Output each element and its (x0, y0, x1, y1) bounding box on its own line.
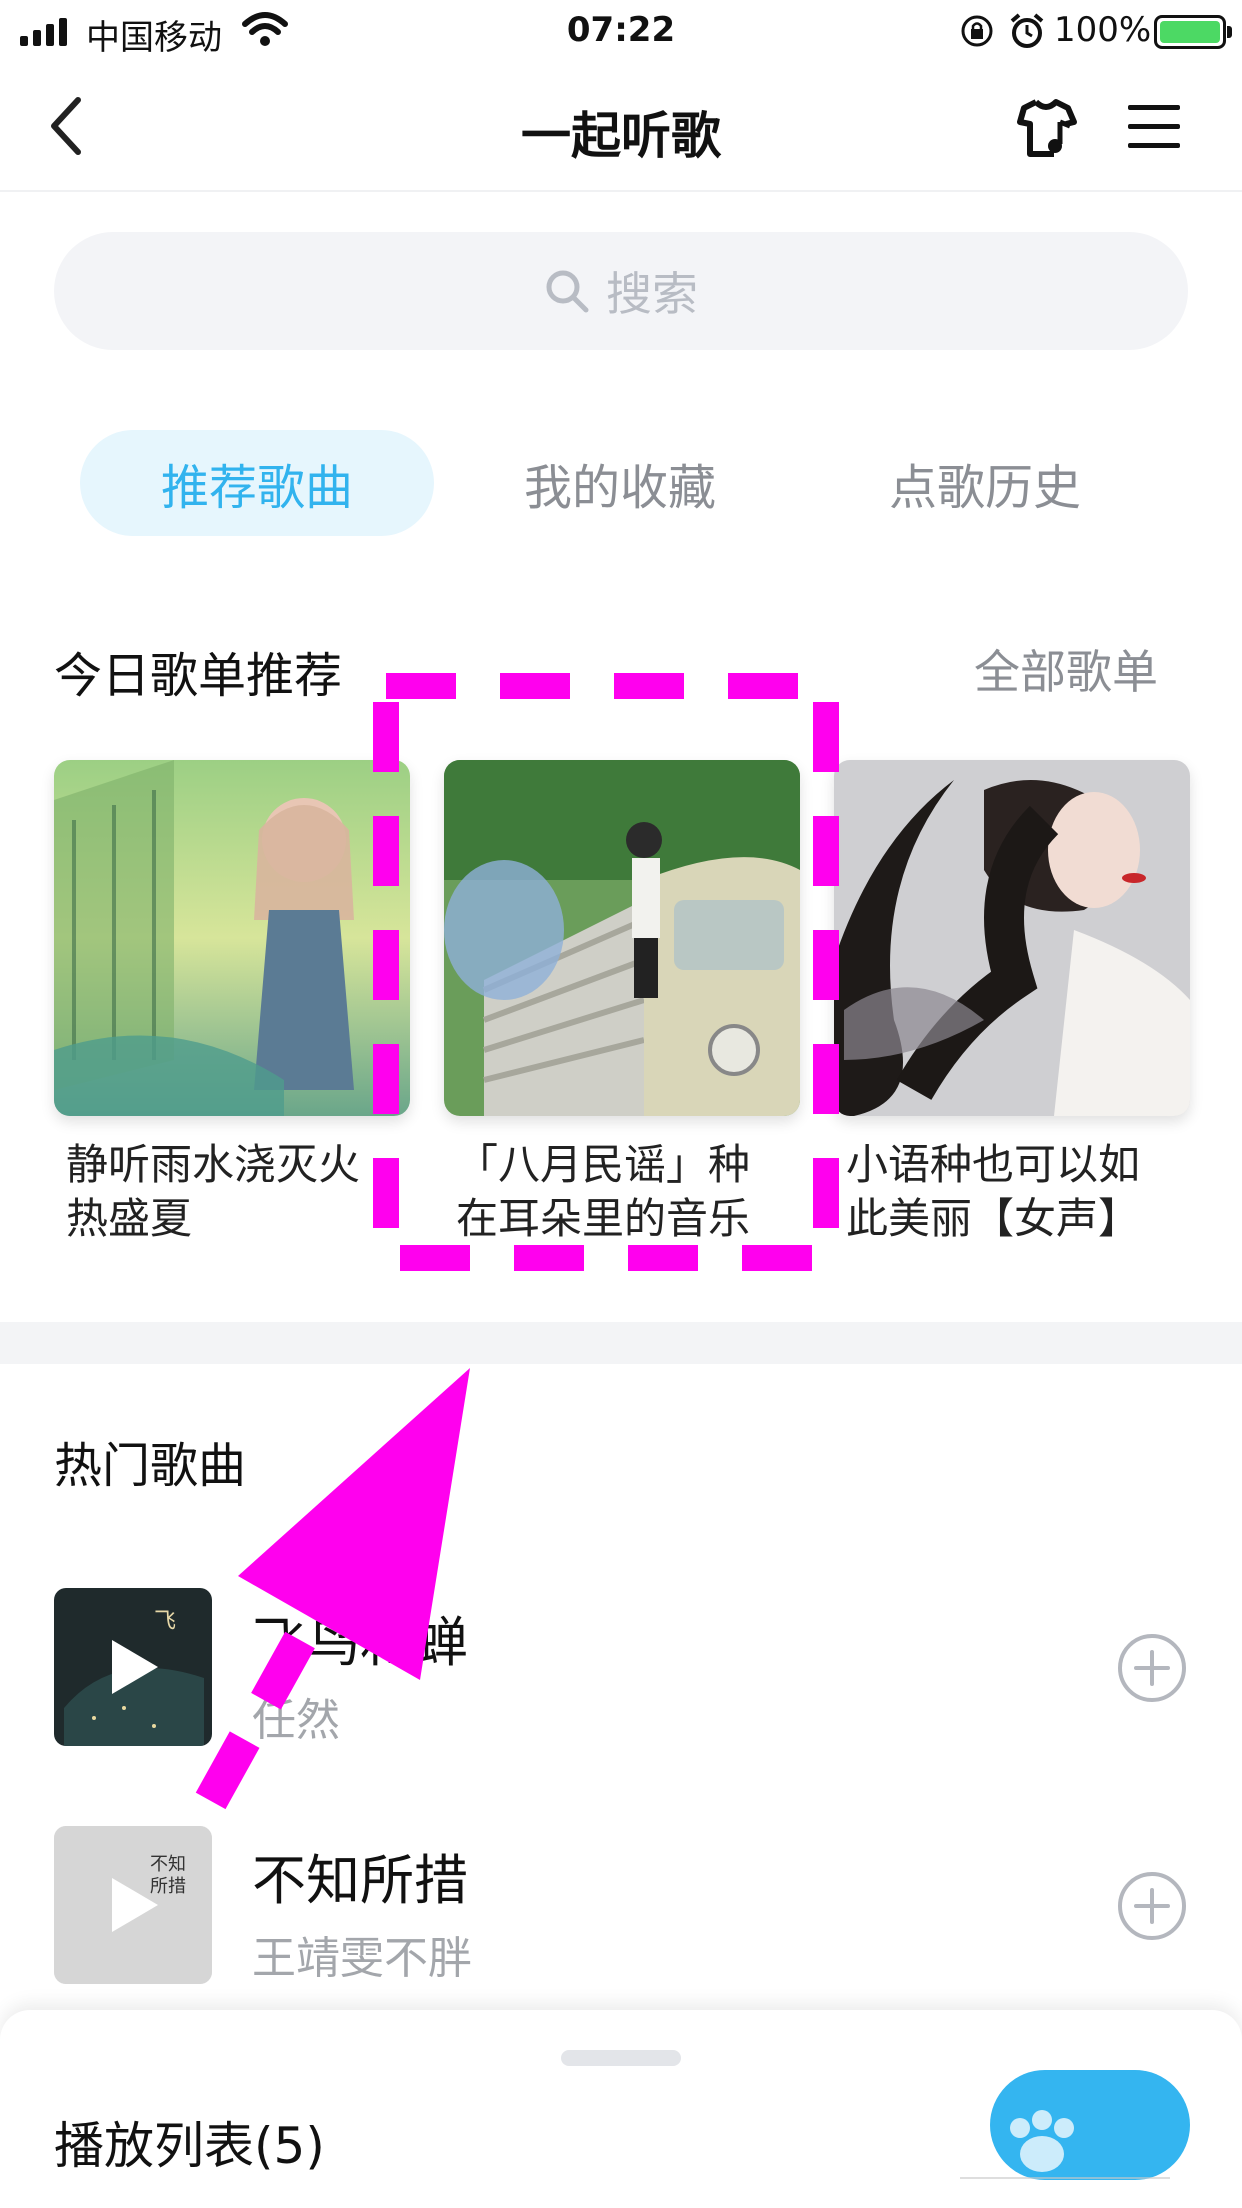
tshirt-music-icon[interactable] (1016, 98, 1080, 158)
section-divider (0, 1322, 1242, 1364)
playlist-count-label: 播放列表(5) (54, 2117, 325, 2175)
baidu-watermark-logo (960, 2110, 1170, 2179)
playlist-title: 静听雨水浇灭火热盛夏 (66, 1140, 361, 1243)
song-cover-image[interactable]: 飞 (54, 1588, 212, 1746)
tab-request-history[interactable]: 点歌历史 (820, 430, 1150, 536)
playlist-cover-image[interactable] (54, 760, 410, 1116)
drawer-handle[interactable] (561, 2050, 681, 2066)
section-title-hot-songs: 热门歌曲 (54, 1438, 247, 1494)
search-placeholder: 搜索 (606, 267, 698, 321)
rotation-lock-icon (961, 15, 993, 47)
battery-percent: 100% (1054, 10, 1152, 50)
playlist-cover-image[interactable] (834, 760, 1190, 1116)
svg-text:不知: 不知 (150, 1854, 186, 1875)
song-title: 不知所措 (252, 1849, 468, 1912)
search-bar[interactable]: 搜索 (54, 232, 1188, 350)
menu-icon[interactable] (1126, 102, 1182, 152)
add-song-icon[interactable] (1116, 1632, 1188, 1704)
tab-my-favorites[interactable]: 我的收藏 (460, 430, 780, 536)
song-artist: 王靖雯不胖 (252, 1933, 472, 1984)
playlist-title: 小语种也可以如此美丽【女声】 (846, 1140, 1141, 1243)
playlist-card[interactable]: 静听雨水浇灭火热盛夏 (54, 760, 410, 1246)
section-title-playlists: 今日歌单推荐 (54, 648, 343, 704)
svg-text:飞: 飞 (154, 1609, 176, 1634)
alarm-icon (1010, 13, 1044, 48)
status-bar: 中国移动 07:22 100% (0, 0, 1242, 62)
song-row[interactable]: 飞 飞鸟和蝉 任然 (0, 1588, 1242, 1748)
song-artist: 任然 (252, 1695, 340, 1746)
song-cover-image[interactable]: 不知 所措 (54, 1826, 212, 1984)
tab-recommended-songs[interactable]: 推荐歌曲 (80, 430, 434, 536)
song-row[interactable]: 不知 所措 不知所措 王靖雯不胖 (0, 1826, 1242, 1986)
all-playlists-link[interactable]: 全部歌单 (974, 636, 1158, 702)
song-title: 飞鸟和蝉 (252, 1611, 468, 1674)
playlist-cover-image[interactable] (444, 760, 800, 1116)
nav-bar: 一起听歌 (0, 62, 1242, 192)
playlist-card[interactable]: 「八月民谣」种在耳朵里的音乐 (444, 760, 800, 1246)
battery-icon (1154, 15, 1232, 49)
search-icon (546, 270, 589, 313)
svg-text:所措: 所措 (150, 1876, 186, 1897)
playlist-card[interactable]: 小语种也可以如此美丽【女声】 (834, 760, 1190, 1246)
add-song-icon[interactable] (1116, 1870, 1188, 1942)
playlist-title: 「八月民谣」种在耳朵里的音乐 (456, 1140, 751, 1243)
